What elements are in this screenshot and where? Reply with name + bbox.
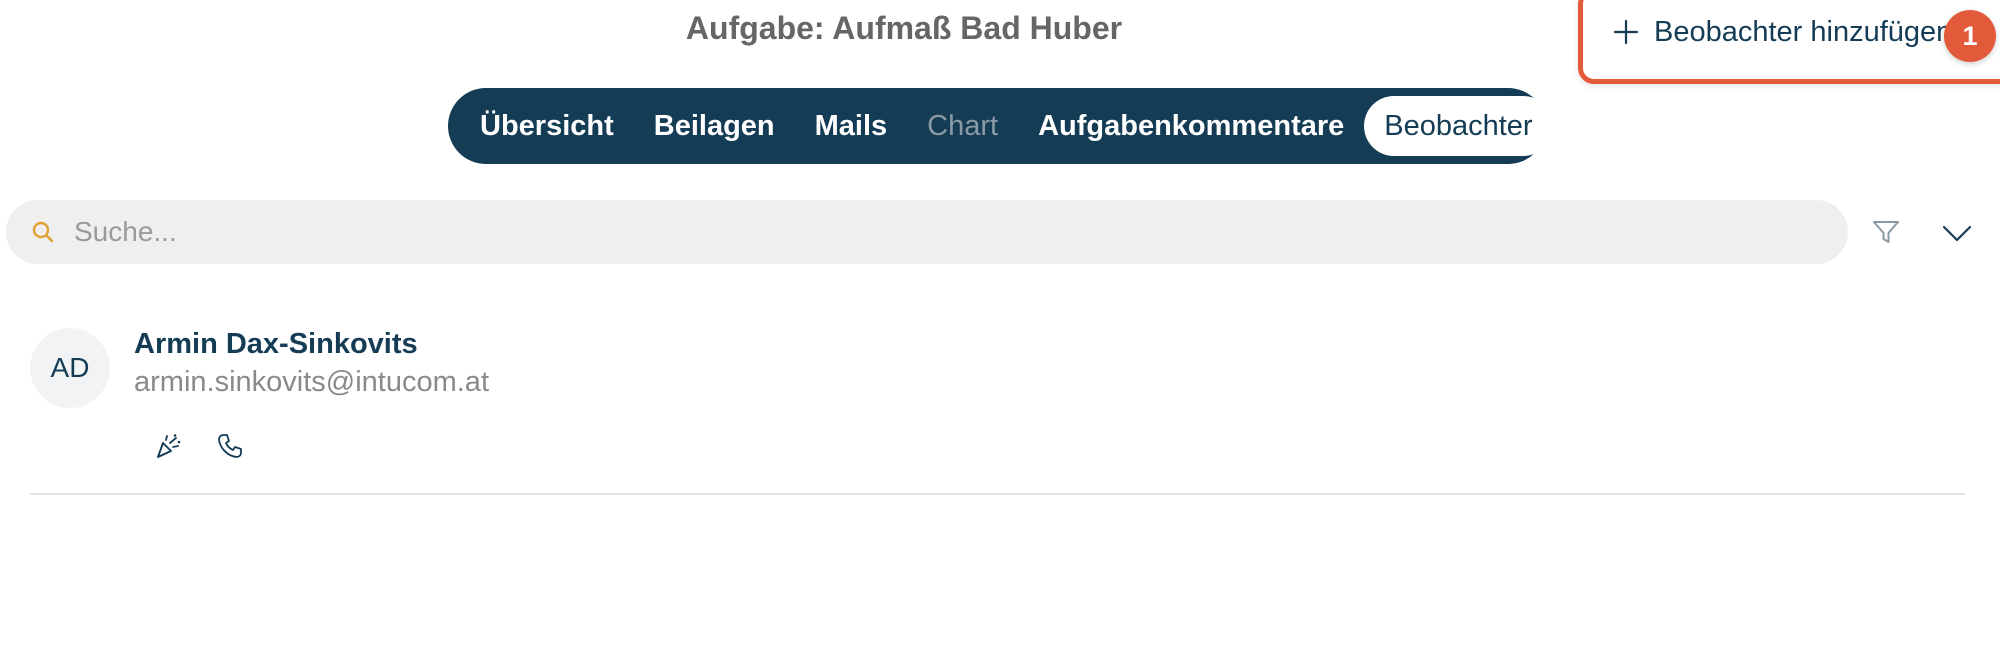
tab-bar: Übersicht Beilagen Mails Chart Aufgabenk… [448,88,1553,164]
tab-beilagen[interactable]: Beilagen [634,96,795,156]
page-title: Aufgabe: Aufmaß Bad Huber [685,10,1123,46]
divider [30,493,1965,495]
party-popper-icon[interactable] [154,432,182,460]
search-icon [32,221,54,243]
phone-icon[interactable] [216,432,244,460]
search-input[interactable] [74,216,1774,248]
list-item: AD Armin Dax-Sinkovits armin.sinkovits@i… [30,324,1965,496]
tab-beobachter[interactable]: Beobachter [1364,96,1553,156]
plus-icon [1613,19,1639,45]
observer-email: armin.sinkovits@intucom.at [134,366,489,398]
tab-mails[interactable]: Mails [795,96,908,156]
add-observer-label: Beobachter hinzufügen [1654,15,1953,48]
chevron-down-icon[interactable] [1940,218,1974,248]
search-bar [6,200,1848,264]
tab-aufgabenkommentare[interactable]: Aufgabenkommentare [1018,96,1364,156]
add-observer-button[interactable]: Beobachter hinzufügen [1612,8,1952,56]
filter-icon[interactable] [1870,216,1902,248]
tab-chart[interactable]: Chart [907,96,1018,156]
observer-name: Armin Dax-Sinkovits [134,328,418,360]
tab-uebersicht[interactable]: Übersicht [460,96,634,156]
step-badge: 1 [1944,10,1996,62]
avatar: AD [30,328,110,408]
